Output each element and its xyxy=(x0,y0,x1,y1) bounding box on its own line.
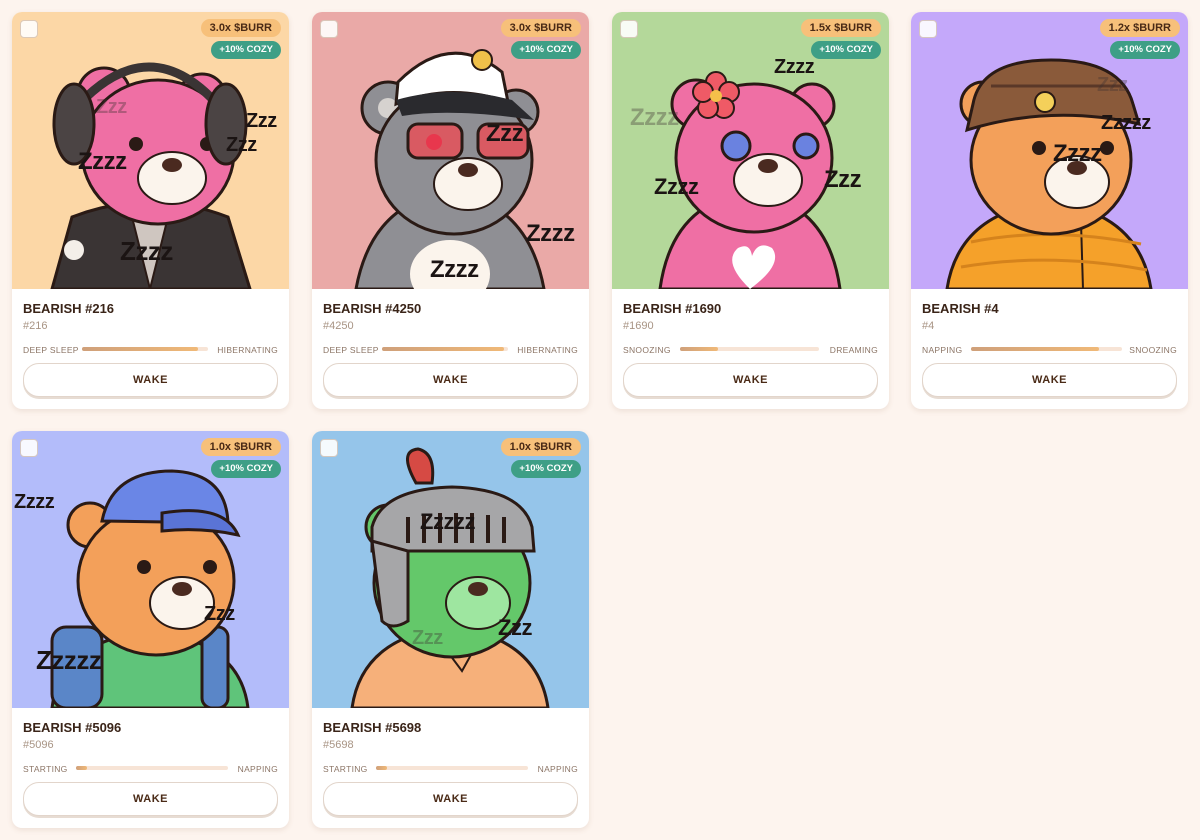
bear-id: #4 xyxy=(922,320,935,332)
multiplier-badge: 3.0x $BURR xyxy=(200,19,281,37)
sleep-progress-fill xyxy=(680,347,718,351)
wake-button[interactable]: WAKE xyxy=(23,782,278,816)
stage-next: HIBERNATING xyxy=(217,345,278,355)
bear-card: Zzz Zzzz Zzzzz 1.2x $BURR +10% COZY BEAR… xyxy=(911,12,1188,409)
cozy-badge: +10% COZY xyxy=(211,460,281,478)
bear-card: Zzz Zzz Zzzz Zzz Zzzz 3.0x $BURR +10% CO… xyxy=(12,12,289,409)
sleep-progress-fill xyxy=(82,347,198,351)
select-checkbox[interactable] xyxy=(620,20,638,38)
sleep-progress-fill xyxy=(376,766,387,770)
stage-current: STARTING xyxy=(323,764,368,774)
bear-card: Zzzzz Zzz Zzz 1.0x $BURR +10% COZY BEARI… xyxy=(312,431,589,828)
sleep-progress-bar xyxy=(680,347,819,351)
select-checkbox[interactable] xyxy=(320,20,338,38)
stage-next: NAPPING xyxy=(537,764,578,774)
stage-next: SNOOZING xyxy=(1129,345,1177,355)
bear-id: #216 xyxy=(23,320,48,332)
sleep-progress-bar xyxy=(376,766,528,770)
multiplier-badge: 1.0x $BURR xyxy=(200,438,281,456)
bear-name: BEARISH #1690 xyxy=(623,301,722,316)
stage-current: DEEP SLEEP xyxy=(323,345,379,355)
bear-card: Zzz Zzzz Zzzz 3.0x $BURR +10% COZY BEARI… xyxy=(312,12,589,409)
stage-current: DEEP SLEEP xyxy=(23,345,79,355)
wake-button[interactable]: WAKE xyxy=(323,363,578,397)
select-checkbox[interactable] xyxy=(320,439,338,457)
multiplier-badge: 1.2x $BURR xyxy=(1099,19,1180,37)
select-checkbox[interactable] xyxy=(20,439,38,457)
wake-button[interactable]: WAKE xyxy=(922,363,1177,397)
sleep-progress-fill xyxy=(76,766,87,770)
cozy-badge: +10% COZY xyxy=(511,41,581,59)
bear-card: Zzzz Zzzz Zzzz Zzz 1.5x $BURR +10% COZY … xyxy=(612,12,889,409)
cozy-badge: +10% COZY xyxy=(811,41,881,59)
multiplier-badge: 3.0x $BURR xyxy=(500,19,581,37)
bear-card: Zzzz Zzz Zzzzz 1.0x $BURR +10% COZY BEAR… xyxy=(12,431,289,828)
cozy-badge: +10% COZY xyxy=(1110,41,1180,59)
stage-next: HIBERNATING xyxy=(517,345,578,355)
bear-grid: Zzz Zzz Zzzz Zzz Zzzz 3.0x $BURR +10% CO… xyxy=(0,0,1200,840)
sleep-progress-bar xyxy=(382,347,508,351)
stage-current: NAPPING xyxy=(922,345,963,355)
bear-id: #5698 xyxy=(323,739,354,751)
sleep-progress-fill xyxy=(971,347,1100,351)
select-checkbox[interactable] xyxy=(919,20,937,38)
wake-button[interactable]: WAKE xyxy=(23,363,278,397)
sleep-progress-fill xyxy=(382,347,505,351)
multiplier-badge: 1.0x $BURR xyxy=(500,438,581,456)
sleep-progress-bar xyxy=(82,347,208,351)
bear-id: #1690 xyxy=(623,320,654,332)
wake-button[interactable]: WAKE xyxy=(323,782,578,816)
stage-current: STARTING xyxy=(23,764,68,774)
wake-button[interactable]: WAKE xyxy=(623,363,878,397)
bear-name: BEARISH #4 xyxy=(922,301,999,316)
bear-id: #5096 xyxy=(23,739,54,751)
bear-id: #4250 xyxy=(323,320,354,332)
cozy-badge: +10% COZY xyxy=(511,460,581,478)
stage-next: DREAMING xyxy=(829,345,878,355)
stage-current: SNOOZING xyxy=(623,345,671,355)
bear-name: BEARISH #4250 xyxy=(323,301,422,316)
cozy-badge: +10% COZY xyxy=(211,41,281,59)
sleep-progress-bar xyxy=(76,766,228,770)
stage-next: NAPPING xyxy=(237,764,278,774)
bear-name: BEARISH #5698 xyxy=(323,720,422,735)
sleep-progress-bar xyxy=(971,347,1122,351)
select-checkbox[interactable] xyxy=(20,20,38,38)
bear-name: BEARISH #216 xyxy=(23,301,115,316)
multiplier-badge: 1.5x $BURR xyxy=(800,19,881,37)
bear-name: BEARISH #5096 xyxy=(23,720,122,735)
